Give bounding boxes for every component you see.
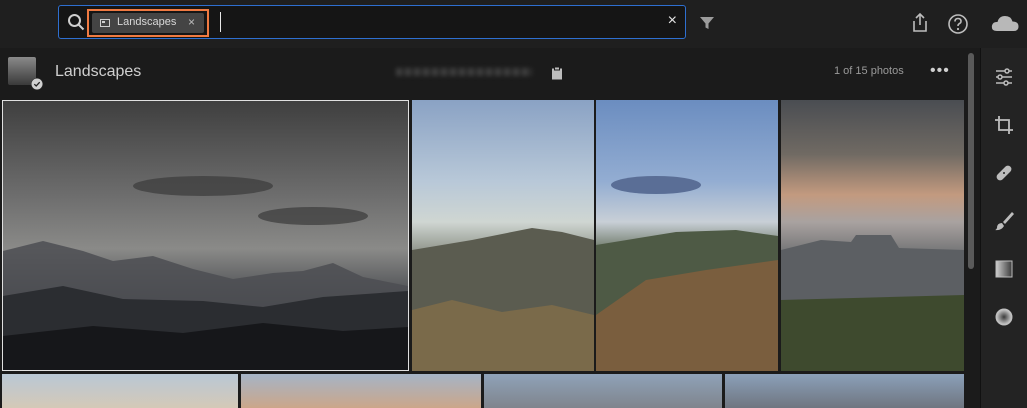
edit-sliders-icon[interactable]	[993, 66, 1015, 88]
search-chip-landscapes[interactable]: Landscapes ×	[92, 13, 204, 33]
search-field[interactable]: Landscapes × ×	[58, 5, 686, 39]
photo-grid	[0, 98, 964, 408]
search-chip-label: Landscapes	[117, 16, 177, 28]
share-icon[interactable]	[910, 12, 930, 34]
radial-gradient-icon[interactable]	[993, 306, 1015, 328]
search-icon	[68, 14, 85, 31]
help-icon[interactable]	[947, 13, 969, 35]
photo-count: 1 of 15 photos	[834, 65, 904, 77]
photo-thumbnail[interactable]	[412, 100, 594, 371]
linear-gradient-icon[interactable]	[993, 258, 1015, 280]
shared-link-blurred[interactable]	[396, 68, 532, 76]
cloud-icon[interactable]	[990, 12, 1020, 34]
album-header: Landscapes 1 of 15 photos •••	[0, 48, 980, 98]
photo-thumbnail[interactable]	[241, 374, 481, 408]
photo-thumbnail-selected[interactable]	[2, 100, 409, 371]
photo-thumbnail[interactable]	[596, 100, 778, 371]
edit-tool-rail	[980, 48, 1027, 408]
album-icon	[100, 19, 110, 27]
more-options-button[interactable]: •••	[930, 62, 950, 80]
healing-icon[interactable]	[993, 162, 1015, 184]
album-title: Landscapes	[55, 63, 142, 80]
brush-icon[interactable]	[993, 210, 1015, 232]
top-bar: Landscapes × ×	[0, 0, 1027, 48]
photo-thumbnail[interactable]	[484, 374, 722, 408]
filter-icon[interactable]	[698, 14, 716, 32]
grid-scrollbar-thumb[interactable]	[968, 53, 974, 269]
text-cursor	[220, 12, 221, 32]
check-badge-icon	[31, 78, 43, 90]
photo-thumbnail[interactable]	[2, 374, 238, 408]
chip-remove-button[interactable]: ×	[188, 15, 195, 29]
clipboard-icon[interactable]	[550, 66, 564, 80]
photo-thumbnail[interactable]	[725, 374, 964, 408]
crop-icon[interactable]	[993, 114, 1015, 136]
photo-thumbnail[interactable]	[781, 100, 964, 371]
clear-search-button[interactable]: ×	[668, 12, 677, 30]
